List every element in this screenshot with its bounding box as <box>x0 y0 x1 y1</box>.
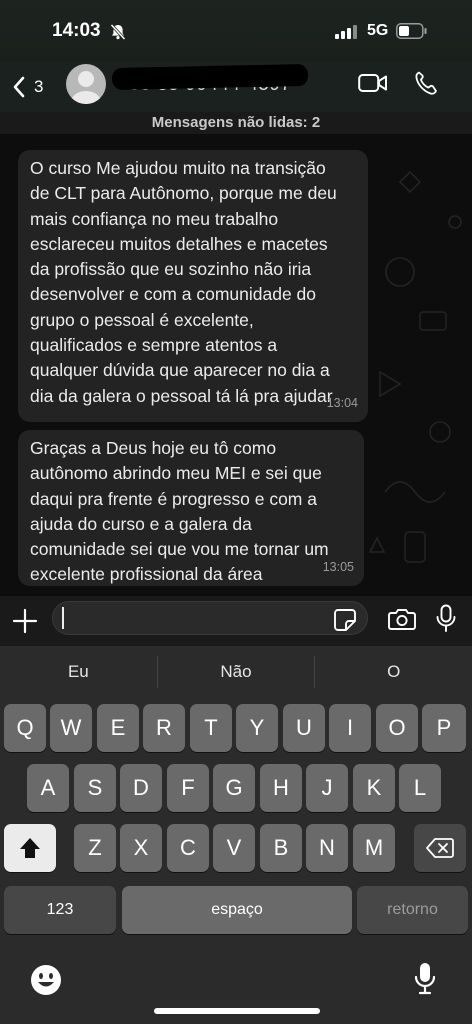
numbers-key[interactable]: 123 <box>4 886 116 934</box>
key-c[interactable]: C <box>167 824 209 872</box>
signal-bars-icon <box>335 25 357 39</box>
message-text-line: excelente profissional da área <box>30 564 263 585</box>
battery-icon <box>396 23 427 39</box>
message-text-line: grupo o pessoal é excelente, <box>30 309 254 330</box>
key-k[interactable]: K <box>353 764 395 812</box>
message-text-line: mais confiança no meu trabalho <box>30 208 279 229</box>
camera-icon[interactable] <box>388 608 416 630</box>
message-text-line: da profissão que eu sozinho não iria <box>30 259 312 280</box>
message-text-line: dia da galera o pessoal tá lá pra ajudar <box>30 385 333 406</box>
suggestion-2[interactable]: Não <box>156 656 315 688</box>
sticker-icon[interactable] <box>333 608 357 632</box>
phone-icon[interactable] <box>414 70 438 96</box>
key-i[interactable]: I <box>329 704 371 752</box>
message-input[interactable] <box>52 601 368 635</box>
delete-key-icon <box>426 838 454 858</box>
key-o[interactable]: O <box>376 704 418 752</box>
message-bubble[interactable]: Graças a Deus hoje eu tô como autônomo a… <box>18 430 364 586</box>
key-a[interactable]: A <box>27 764 69 812</box>
suggestion-bar: Eu Não O <box>0 656 472 688</box>
plus-icon[interactable] <box>12 608 38 634</box>
video-camera-icon[interactable] <box>358 72 388 94</box>
chevron-left-icon <box>13 76 25 98</box>
key-b[interactable]: B <box>260 824 302 872</box>
key-l[interactable]: L <box>399 764 441 812</box>
message-text-line: O curso Me ajudou muito na transição <box>30 158 326 178</box>
message-text-line: autônomo abrindo meu MEI e sei que <box>30 463 322 484</box>
microphone-icon[interactable] <box>436 604 456 634</box>
key-g[interactable]: G <box>213 764 255 812</box>
name-redaction <box>111 63 309 91</box>
avatar[interactable] <box>66 64 106 104</box>
status-bar: 14:03 5G <box>0 0 472 62</box>
message-bubble[interactable]: O curso Me ajudou muito na transição de … <box>18 150 368 422</box>
message-text-line: ajuda do curso e a galera da <box>30 513 252 534</box>
message-text-line: de CLT para Autônomo, porque me deu <box>30 183 337 204</box>
key-r[interactable]: R <box>143 704 185 752</box>
key-w[interactable]: W <box>50 704 92 752</box>
bell-slash-icon <box>110 23 126 41</box>
key-s[interactable]: S <box>74 764 116 812</box>
chat-area[interactable]: Mensagens não lidas: 2 O curso Me ajudou… <box>0 112 472 596</box>
key-u[interactable]: U <box>283 704 325 752</box>
text-cursor <box>62 607 64 629</box>
message-text-line: desenvolver e com a comunidade do <box>30 284 317 305</box>
key-n[interactable]: N <box>306 824 348 872</box>
shift-arrow-icon <box>20 838 40 858</box>
key-t[interactable]: T <box>190 704 232 752</box>
home-indicator <box>154 1008 320 1014</box>
key-e[interactable]: E <box>97 704 139 752</box>
keyboard: Eu Não O Q W E R T Y U I O P A S D F G H… <box>0 646 472 1024</box>
suggestion-1[interactable]: Eu <box>0 656 157 688</box>
emoji-icon[interactable] <box>30 964 62 996</box>
delete-key[interactable] <box>414 824 466 872</box>
key-p[interactable]: P <box>422 704 466 752</box>
message-timestamp: 13:04 <box>326 395 358 410</box>
message-text-line: qualquer dúvida que aparecer no dia a <box>30 360 330 381</box>
key-x[interactable]: X <box>120 824 162 872</box>
message-timestamp: 13:05 <box>322 559 354 574</box>
unread-messages-banner: Mensagens não lidas: 2 <box>0 112 472 134</box>
shift-key[interactable] <box>4 824 56 872</box>
network-label: 5G <box>367 22 389 39</box>
message-text-line: comunidade sei que vou me tornar um <box>30 539 329 560</box>
suggestion-3[interactable]: O <box>314 656 472 688</box>
key-f[interactable]: F <box>167 764 209 812</box>
key-h[interactable]: H <box>260 764 302 812</box>
key-y[interactable]: Y <box>236 704 278 752</box>
key-q[interactable]: Q <box>4 704 46 752</box>
back-count-badge: 3 <box>34 77 44 96</box>
dictation-microphone-icon[interactable] <box>414 962 436 996</box>
key-d[interactable]: D <box>120 764 162 812</box>
message-text-line: esclareceu muitos detalhes e macetes <box>30 233 328 254</box>
message-text-line: qualificados e sempre atentos a <box>30 335 278 356</box>
key-m[interactable]: M <box>353 824 395 872</box>
key-j[interactable]: J <box>306 764 348 812</box>
space-key[interactable]: espaço <box>122 886 352 934</box>
status-time: 14:03 <box>52 20 101 41</box>
message-composer <box>0 596 472 646</box>
chat-header: 3 +55 35 99444-4597 <box>0 62 472 112</box>
default-avatar-icon <box>71 71 101 104</box>
message-text-line: Graças a Deus hoje eu tô como <box>30 438 277 458</box>
key-z[interactable]: Z <box>74 824 116 872</box>
return-key[interactable]: retorno <box>357 886 468 934</box>
key-v[interactable]: V <box>213 824 255 872</box>
back-button[interactable]: 3 <box>12 70 43 104</box>
message-text-line: daqui pra frente é progresso e com a <box>30 488 317 509</box>
